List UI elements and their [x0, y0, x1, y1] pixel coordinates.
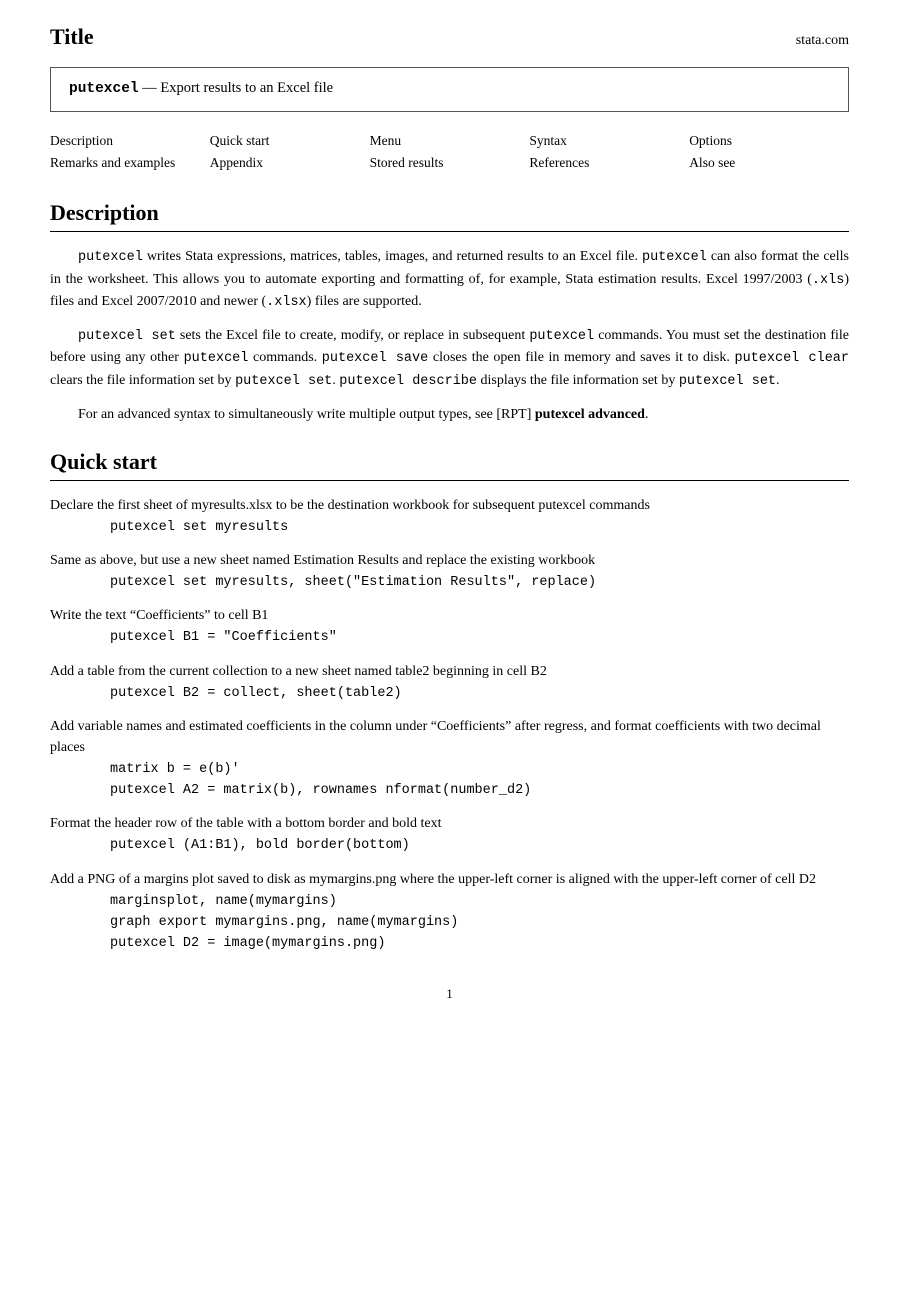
xlsx-ref: .xlsx — [266, 295, 307, 310]
qs-item-code: matrix b = e(b)' — [50, 760, 849, 780]
domain-label: stata.com — [796, 30, 849, 51]
title-cmd: putexcel — [69, 81, 139, 97]
nav-cell[interactable]: Remarks and examples — [50, 152, 210, 174]
page: Title stata.com putexcel — Export result… — [0, 0, 899, 1044]
putexcel-ref-2: putexcel — [642, 250, 707, 265]
nav-cell[interactable]: Syntax — [529, 130, 689, 152]
quick-start-heading: Quick start — [50, 445, 849, 481]
quick-start-item: Add a table from the current collection … — [50, 661, 849, 704]
advanced-ref: putexcel advanced — [535, 407, 645, 422]
putexcel-set-ref-3: putexcel set — [679, 374, 776, 389]
qs-item-code: putexcel A2 = matrix(b), rownames nforma… — [50, 781, 849, 801]
nav-cell[interactable]: Options — [689, 130, 849, 152]
xls-ref: .xls — [812, 273, 844, 288]
header: Title stata.com — [50, 20, 849, 53]
nav-cell[interactable]: Description — [50, 130, 210, 152]
qs-item-code: putexcel (A1:B1), bold border(bottom) — [50, 836, 849, 856]
putexcel-ref-3: putexcel — [529, 329, 594, 344]
title-dash: — — [142, 80, 157, 96]
page-title: Title — [50, 20, 94, 53]
putexcel-ref-1: putexcel — [78, 250, 143, 265]
nav-cell[interactable]: Also see — [689, 152, 849, 174]
qs-item-desc: Add a table from the current collection … — [50, 661, 849, 682]
nav-cell[interactable]: Quick start — [210, 130, 370, 152]
quick-start-item: Add a PNG of a margins plot saved to dis… — [50, 869, 849, 955]
qs-item-desc: Declare the first sheet of myresults.xls… — [50, 495, 849, 516]
quick-start-items: Declare the first sheet of myresults.xls… — [50, 495, 849, 955]
putexcel-describe-ref: putexcel describe — [339, 374, 477, 389]
qs-item-desc: Same as above, but use a new sheet named… — [50, 550, 849, 571]
qs-item-code: graph export mymargins.png, name(mymargi… — [50, 913, 849, 933]
qs-item-code: marginsplot, name(mymargins) — [50, 892, 849, 912]
qs-item-code: putexcel set myresults, sheet("Estimatio… — [50, 573, 849, 593]
qs-item-code: putexcel B1 = "Coefficients" — [50, 628, 849, 648]
quick-start-item: Add variable names and estimated coeffic… — [50, 716, 849, 802]
nav-cell[interactable]: Stored results — [370, 152, 530, 174]
nav-table: DescriptionQuick startMenuSyntaxOptionsR… — [50, 130, 849, 175]
title-description: Export results to an Excel file — [160, 80, 333, 96]
quick-start-item: Write the text “Coefficients” to cell B1… — [50, 605, 849, 648]
qs-item-code: putexcel B2 = collect, sheet(table2) — [50, 684, 849, 704]
qs-item-desc: Add a PNG of a margins plot saved to dis… — [50, 869, 849, 890]
page-number: 1 — [50, 984, 849, 1004]
nav-cell[interactable]: Menu — [370, 130, 530, 152]
quick-start-item: Declare the first sheet of myresults.xls… — [50, 495, 849, 538]
title-box: putexcel — Export results to an Excel fi… — [50, 67, 849, 112]
description-heading: Description — [50, 196, 849, 232]
putexcel-set-ref-1: putexcel set — [78, 329, 176, 344]
description-para-2: putexcel set sets the Excel file to crea… — [50, 325, 849, 392]
nav-cell[interactable]: References — [529, 152, 689, 174]
nav-cell[interactable]: Appendix — [210, 152, 370, 174]
qs-item-code: putexcel set myresults — [50, 518, 849, 538]
putexcel-clear-ref: putexcel clear — [734, 351, 849, 366]
qs-item-code: putexcel D2 = image(mymargins.png) — [50, 934, 849, 954]
qs-item-desc: Format the header row of the table with … — [50, 813, 849, 834]
quick-start-item: Format the header row of the table with … — [50, 813, 849, 856]
quick-start-item: Same as above, but use a new sheet named… — [50, 550, 849, 593]
description-para-3: For an advanced syntax to simultaneously… — [50, 404, 849, 425]
qs-item-desc: Write the text “Coefficients” to cell B1 — [50, 605, 849, 626]
description-para-1: putexcel writes Stata expressions, matri… — [50, 246, 849, 313]
putexcel-set-ref-2: putexcel set — [235, 374, 332, 389]
putexcel-ref-4: putexcel — [184, 351, 249, 366]
putexcel-save-ref: putexcel save — [322, 351, 428, 366]
qs-item-desc: Add variable names and estimated coeffic… — [50, 716, 849, 758]
